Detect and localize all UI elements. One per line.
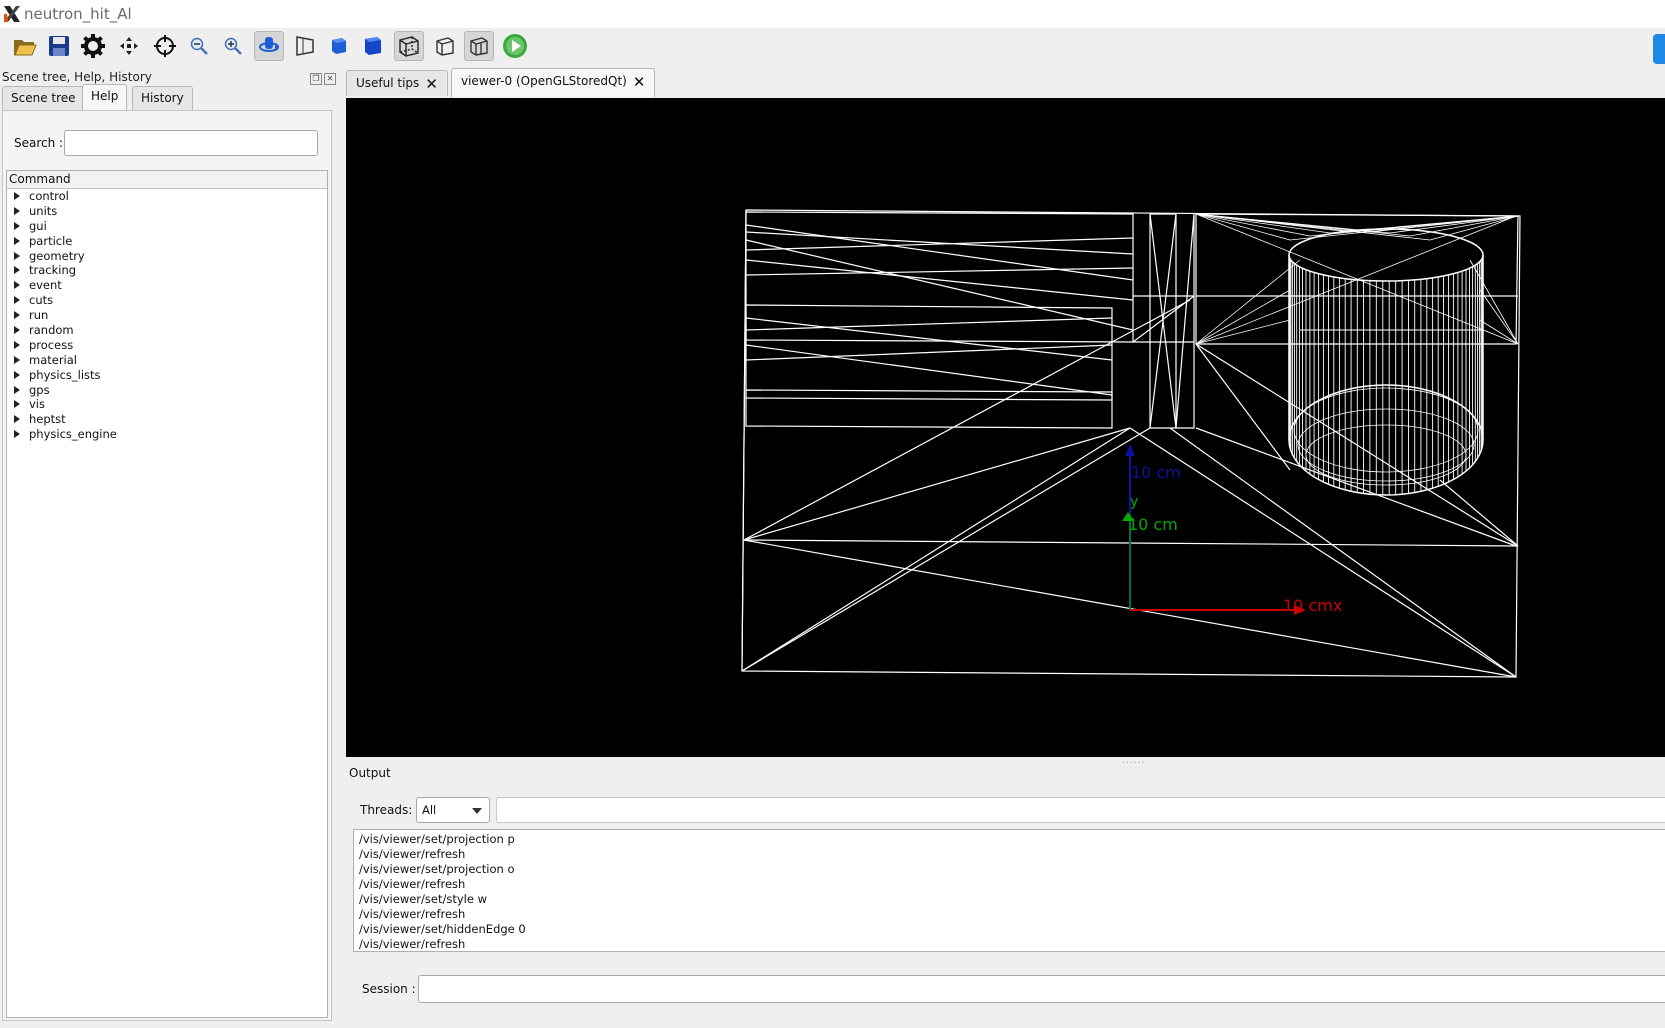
threads-select[interactable]: All xyxy=(416,797,490,823)
zoom-out-icon[interactable] xyxy=(184,31,214,61)
expand-arrow-icon[interactable] xyxy=(14,311,20,320)
threads-select-value: All xyxy=(422,803,437,817)
zoom-in-icon[interactable] xyxy=(218,31,248,61)
session-label: Session : xyxy=(362,982,416,996)
scene-wireframe: 10 cm y 10 cm 10 cmx xyxy=(741,209,1521,678)
solid-icon[interactable] xyxy=(324,31,354,61)
command-tree[interactable]: Command control units gui particle geome… xyxy=(6,170,328,1018)
expand-arrow-icon[interactable] xyxy=(14,400,20,409)
tab-label: viewer-0 (OpenGLStoredQt) xyxy=(461,74,627,88)
tree-item-event[interactable]: event xyxy=(7,278,327,293)
tab-viewer-0[interactable]: viewer-0 (OpenGLStoredQt) ✕ xyxy=(451,68,656,97)
solid-blue-icon[interactable] xyxy=(358,31,388,61)
log-line: /vis/viewer/refresh xyxy=(359,847,466,861)
search-label: Search : xyxy=(14,136,64,150)
close-icon[interactable]: ✕ xyxy=(633,70,646,94)
wireframe-box-icon[interactable] xyxy=(394,31,424,61)
tree-item-run[interactable]: run xyxy=(7,308,327,323)
tree-item-geometry[interactable]: geometry xyxy=(7,249,327,264)
log-line: /vis/viewer/refresh xyxy=(359,937,466,951)
hidden-line-icon[interactable] xyxy=(430,31,460,61)
dock-title: Scene tree, Help, History xyxy=(2,70,152,84)
tree-item-heptst[interactable]: heptst xyxy=(7,412,327,427)
tree-item-gui[interactable]: gui xyxy=(7,219,327,234)
expand-arrow-icon[interactable] xyxy=(14,236,20,245)
expand-arrow-icon[interactable] xyxy=(14,370,20,379)
tree-item-tracking[interactable]: tracking xyxy=(7,263,327,278)
toolbar xyxy=(0,28,1665,66)
expand-arrow-icon[interactable] xyxy=(14,385,20,394)
hidden-surface-icon[interactable] xyxy=(464,31,494,61)
perspective-icon[interactable] xyxy=(290,31,320,61)
tree-header: Command xyxy=(7,171,327,189)
opengl-viewer[interactable]: 10 cm y 10 cm 10 cmx xyxy=(346,98,1665,757)
rotate-icon[interactable] xyxy=(254,31,284,61)
output-log[interactable]: /vis/viewer/set/projection p /vis/viewer… xyxy=(353,829,1665,952)
move-icon[interactable] xyxy=(114,31,144,61)
log-line: /vis/viewer/refresh xyxy=(359,877,466,891)
tree-item-random[interactable]: random xyxy=(7,323,327,338)
save-icon[interactable] xyxy=(44,31,74,61)
output-label: Output xyxy=(349,766,391,780)
gear-icon[interactable] xyxy=(78,31,108,61)
tree-item-control[interactable]: control xyxy=(7,189,327,204)
log-line: /vis/viewer/refresh xyxy=(359,907,466,921)
edge-button[interactable] xyxy=(1653,34,1665,64)
y-axis-letter: y xyxy=(1130,494,1138,510)
tab-help[interactable]: Help xyxy=(82,84,128,111)
tree-item-units[interactable]: units xyxy=(7,204,327,219)
tree-item-process[interactable]: process xyxy=(7,338,327,353)
dropdown-arrow-icon xyxy=(472,808,482,814)
tab-history[interactable]: History xyxy=(132,86,193,110)
log-line: /vis/viewer/set/projection o xyxy=(359,862,515,876)
float-icon[interactable]: ❐ xyxy=(310,73,322,85)
expand-arrow-icon[interactable] xyxy=(14,192,20,200)
expand-arrow-icon[interactable] xyxy=(14,266,20,275)
tab-label: Useful tips xyxy=(356,76,420,90)
expand-arrow-icon[interactable] xyxy=(14,326,20,335)
expand-arrow-icon[interactable] xyxy=(14,206,20,215)
session-input[interactable] xyxy=(418,975,1665,1003)
tree-item-physics-lists[interactable]: physics_lists xyxy=(7,368,327,383)
dock-controls: ❐ ✕ xyxy=(308,70,336,85)
tree-item-material[interactable]: material xyxy=(7,353,327,368)
title-bar: neutron_hit_Al xyxy=(0,0,1665,28)
tree-item-gps[interactable]: gps xyxy=(7,383,327,398)
tab-useful-tips[interactable]: Useful tips ✕ xyxy=(346,70,448,96)
x-axis-label: 10 cmx xyxy=(1283,596,1342,615)
search-input[interactable] xyxy=(64,130,318,156)
close-icon[interactable]: ✕ xyxy=(324,73,336,85)
tree-item-vis[interactable]: vis xyxy=(7,397,327,412)
tab-scene-tree[interactable]: Scene tree xyxy=(2,86,85,110)
x-logo-icon xyxy=(4,6,20,22)
crosshair-icon[interactable] xyxy=(150,31,180,61)
splitter-handle[interactable] xyxy=(336,66,340,1028)
close-icon[interactable]: ✕ xyxy=(425,72,438,96)
log-line: /vis/viewer/set/hiddenEdge 0 xyxy=(359,922,526,936)
expand-arrow-icon[interactable] xyxy=(14,296,20,305)
expand-arrow-icon[interactable] xyxy=(14,430,20,439)
log-line: /vis/viewer/set/projection p xyxy=(359,832,515,846)
expand-arrow-icon[interactable] xyxy=(14,340,20,349)
y-axis-label: 10 cm xyxy=(1128,515,1178,534)
expand-arrow-icon[interactable] xyxy=(14,251,20,260)
threads-label: Threads: xyxy=(360,803,413,817)
open-folder-icon[interactable] xyxy=(10,31,40,61)
output-filter-input[interactable] xyxy=(496,797,1665,823)
tree-item-cuts[interactable]: cuts xyxy=(7,293,327,308)
splitter-grip[interactable]: ...... xyxy=(1122,756,1145,766)
log-line: /vis/viewer/set/style w xyxy=(359,892,487,906)
tree-item-physics-engine[interactable]: physics_engine xyxy=(7,427,327,442)
expand-arrow-icon[interactable] xyxy=(14,355,20,364)
z-axis-label: 10 cm xyxy=(1131,463,1181,482)
window-title: neutron_hit_Al xyxy=(24,5,132,23)
expand-arrow-icon[interactable] xyxy=(14,221,20,230)
run-icon[interactable] xyxy=(500,31,530,61)
expand-arrow-icon[interactable] xyxy=(14,281,20,290)
tree-item-particle[interactable]: particle xyxy=(7,234,327,249)
expand-arrow-icon[interactable] xyxy=(14,415,20,424)
